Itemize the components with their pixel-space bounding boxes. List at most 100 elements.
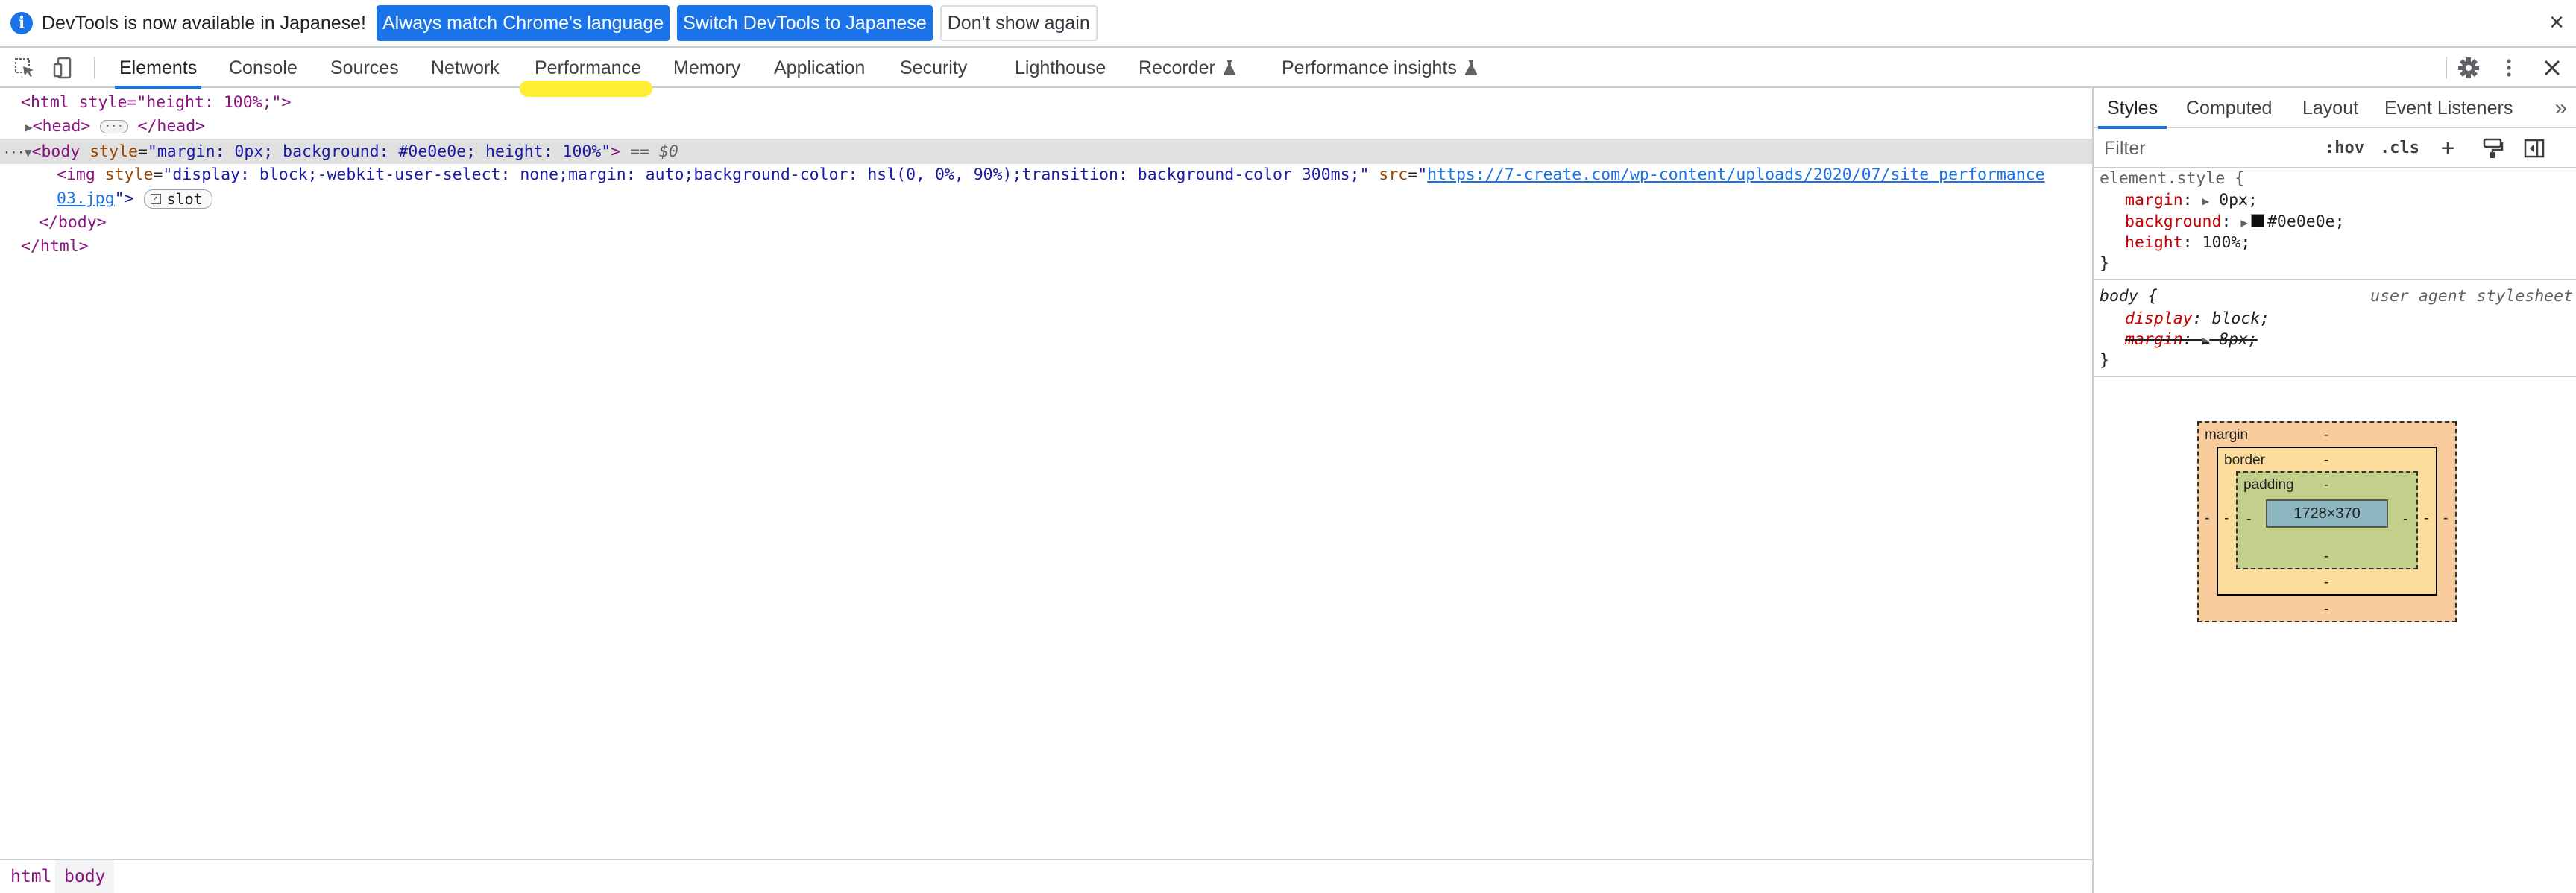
head-close-tag: </head> [137,117,206,136]
tab-event-listeners[interactable]: Event Listeners [2384,88,2513,128]
dom-node-img-continued: 03.jpg"> ↗ slot [57,187,212,211]
box-model-margin-label: margin [2205,427,2249,443]
margin-left-value[interactable]: - [2205,511,2209,527]
close-infobar-icon[interactable]: × [2549,9,2564,36]
tab-recorder[interactable]: Recorder [1139,48,1236,88]
prop-value: block; [2211,309,2270,328]
expand-shorthand-icon[interactable]: ▶ [2240,215,2248,230]
tab-styles[interactable]: Styles [2097,88,2167,129]
more-options-kebab-icon[interactable] [2498,57,2520,79]
rule-close-brace: } [2100,351,2109,370]
dom-node-body-close[interactable]: </body> [39,211,107,235]
tab-security[interactable]: Security [900,48,967,88]
dont-show-again-button[interactable]: Don't show again [939,5,1098,41]
device-toolbar-icon[interactable] [52,57,75,79]
dom-node-html[interactable]: <html style="height: 100%;"> [21,91,291,115]
toolbar-divider [2446,57,2447,79]
slot-badge[interactable]: ↗ slot [143,189,212,209]
styles-filter-input[interactable]: Filter [2104,136,2313,161]
img-src-attr-name: src [1379,165,1408,184]
dom-node-head[interactable]: ▶<head> ··· </head> [25,115,205,139]
prop-value: 0px; [2219,191,2258,209]
dom-node-img[interactable]: <img style="display: block;-webkit-user-… [57,163,2045,187]
rule-close-brace: } [2100,254,2109,273]
dom-node-html-close[interactable]: </html> [21,235,89,259]
img-src-quote: " [1417,165,1428,184]
color-swatch[interactable] [2250,214,2264,227]
prop-value: 8px; [2219,330,2258,349]
experiment-flask-icon [1464,60,1477,75]
margin-top-value[interactable]: - [2324,427,2328,444]
tab-layout[interactable]: Layout [2302,88,2358,128]
padding-right-value[interactable]: - [2403,511,2407,528]
experiment-flask-icon [1223,60,1235,75]
tab-memory[interactable]: Memory [673,48,740,88]
box-model-padding-label: padding [2243,477,2294,493]
switch-to-japanese-button[interactable]: Switch DevTools to Japanese [677,5,933,41]
elements-dom-tree: <html style="height: 100%;"> ▶<head> ···… [0,88,2092,859]
img-src-link[interactable]: https://7-create.com/wp-content/uploads/… [1427,165,2044,184]
new-style-rule-plus-icon[interactable]: + [2441,136,2454,161]
tab-performance-insights[interactable]: Performance insights [1282,48,1478,88]
style-prop-margin[interactable]: margin: ▶ 0px; [2125,190,2258,211]
padding-left-value[interactable]: - [2246,511,2251,528]
paint-brush-icon[interactable] [2481,137,2504,160]
body-style-attr-value: "margin: 0px; background: #0e0e0e; heigh… [147,142,611,161]
prop-name: display [2125,309,2193,328]
img-open-tag: <img [57,165,95,184]
info-icon: i [10,12,33,34]
node-actions-dots[interactable]: ··· [3,145,25,160]
tab-application[interactable]: Application [774,48,865,88]
expand-shorthand-icon[interactable]: ▶ [2202,194,2210,208]
border-left-value[interactable]: - [2224,511,2229,527]
user-agent-stylesheet-label: user agent stylesheet [2370,287,2573,306]
body-open-tag: <body [31,142,81,161]
img-open-tag-end: "> [114,189,134,208]
dom-node-body[interactable]: ···▼<body style="margin: 0px; background… [3,140,678,164]
style-prop-height[interactable]: height: 100%; [2125,233,2250,253]
tab-lighthouse[interactable]: Lighthouse [1015,48,1106,88]
collapse-triangle-icon[interactable]: ▼ [25,145,32,160]
toggle-sidebar-icon[interactable] [2523,137,2545,160]
margin-bottom-value[interactable]: - [2324,602,2328,618]
tab-console[interactable]: Console [229,48,297,88]
breadcrumb-body[interactable]: body [55,860,115,893]
breadcrumb-html[interactable]: html [1,860,60,893]
padding-top-value[interactable]: - [2324,477,2328,493]
margin-right-value[interactable]: - [2443,511,2448,527]
style-prop-background[interactable]: background: ▶ #0e0e0e; [2125,212,2345,233]
slot-label: slot [166,190,203,208]
img-style-attr-name: style [104,165,154,184]
prop-name: background [2125,212,2222,231]
inspect-element-icon[interactable] [13,57,36,79]
rule-divider [2094,279,2576,280]
close-devtools-icon[interactable] [2541,57,2563,79]
rule-divider [2094,376,2576,377]
tab-performance-insights-label: Performance insights [1282,57,1457,78]
expand-triangle-icon[interactable]: ▶ [25,120,33,134]
more-tabs-chevron-icon[interactable]: » [2554,95,2567,121]
always-match-language-button[interactable]: Always match Chrome's language [376,5,670,41]
tab-elements[interactable]: Elements [114,48,202,89]
style-prop-margin-overridden: margin: ▶ 8px; [2125,330,2258,349]
tab-computed[interactable]: Computed [2186,88,2272,128]
tab-sources[interactable]: Sources [330,48,399,88]
prop-name: height [2125,233,2183,252]
padding-bottom-value[interactable]: - [2324,549,2328,565]
box-model-content-size[interactable]: 1728×370 [2266,499,2388,528]
border-top-value[interactable]: - [2324,452,2328,469]
img-style-attr-value: "display: block;-webkit-user-select: non… [163,165,1370,184]
styles-sidebar: Styles Computed Layout Event Listeners »… [2092,88,2576,893]
language-infobar: i DevTools is now available in Japanese!… [0,0,2576,48]
collapsed-children-badge[interactable]: ··· [100,120,128,133]
border-right-value[interactable]: - [2424,511,2428,527]
body-open-tag-end: > [611,142,621,161]
border-bottom-value[interactable]: - [2324,575,2328,591]
img-src-link-continued[interactable]: 03.jpg [57,189,115,208]
toolbar-divider [94,57,95,79]
tab-network[interactable]: Network [431,48,500,88]
prop-name: margin [2125,191,2183,209]
class-toggle[interactable]: .cls [2380,136,2419,161]
settings-gear-icon[interactable] [2457,57,2480,79]
hover-state-toggle[interactable]: :hov [2325,136,2364,161]
